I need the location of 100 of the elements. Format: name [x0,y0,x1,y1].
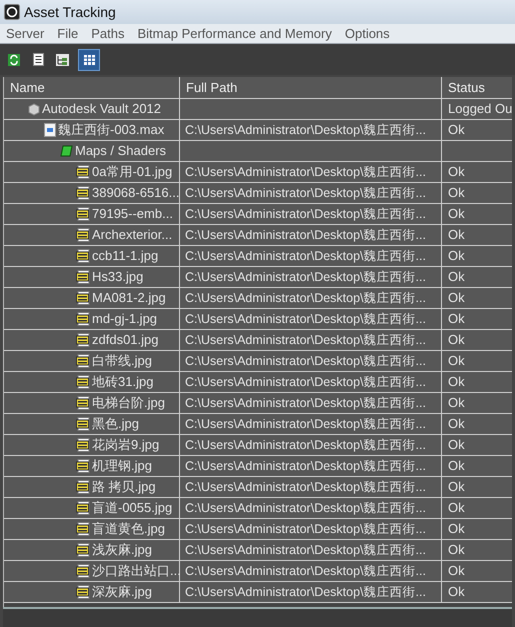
table-icon [82,54,96,66]
table-cell-text: Ok [448,520,465,538]
table-cell-text: Ok [448,583,465,602]
image-file-icon [76,585,90,599]
table-cell-text: C:\Users\Administrator\Desktop\魏庄西街... [185,206,426,223]
table-cell-text: 魏庄西街-003.max [58,121,164,140]
table-cell-text: MA081-2.jpg [92,289,166,308]
table-cell-text: Hs33.jpg [92,268,144,286]
table-cell-text: C:\Users\Administrator\Desktop\魏庄西街... [185,394,426,412]
image-file-icon [76,165,90,179]
image-file-icon [76,396,90,410]
table-cell-text: 机理钢.jpg [92,457,152,476]
table-cell-text: Ok [448,373,465,392]
column-header[interactable]: Full Path [180,77,442,99]
image-file-icon [76,417,90,431]
image-file-icon [76,291,90,305]
table-cell-text: 盲道黄色.jpg [92,520,165,538]
table-cell-text: ccb11-1.jpg [92,247,158,266]
window-title: Asset Tracking [24,2,116,22]
table-cell-text: Autodesk Vault 2012 [42,100,162,118]
table-cell-text: Ok [448,457,465,476]
image-file-icon [76,207,90,221]
table-cell-text: Ok [448,310,465,328]
column-header[interactable]: Status [442,77,512,99]
image-file-icon [76,438,90,452]
table-cell-text: 79195--emb... [92,205,173,224]
table-cell-text: 389068-6516... [92,184,180,202]
table-cell-text: Ok [448,289,465,308]
table-cell-text: C:\Users\Administrator\Desktop\魏庄西街... [185,226,426,244]
table-cell-text: Logged Ou [448,100,512,118]
menu-item[interactable]: Paths [91,24,124,44]
map-icon [60,145,73,157]
table-cell-text: C:\Users\Administrator\Desktop\魏庄西街... [185,290,426,307]
menu-item[interactable]: Bitmap Performance and Memory [138,24,332,44]
table-cell-text: Ok [448,247,465,266]
table-cell-text: Ok [448,541,465,560]
column-header[interactable]: Name [4,77,180,99]
table-cell-text: C:\Users\Administrator\Desktop\魏庄西街... [185,416,426,433]
table-cell-text: C:\Users\Administrator\Desktop\魏庄西街... [185,478,426,496]
table-cell-text: 沙口路出站口... [92,562,181,580]
table-cell-text: Ok [448,268,465,286]
table-cell-text: C:\Users\Administrator\Desktop\魏庄西街... [185,352,426,370]
image-file-icon [76,228,90,242]
app-icon [4,4,20,20]
table-cell-text: Maps / Shaders [75,142,166,160]
table-cell-text: 深灰麻.jpg [92,583,152,602]
menu-item[interactable]: File [57,24,78,44]
table-cell-text: Ok [448,436,465,454]
image-file-icon [76,522,90,536]
table-cell-text: C:\Users\Administrator\Desktop\魏庄西街... [185,184,426,202]
table-cell-text: C:\Users\Administrator\Desktop\魏庄西街... [185,268,426,286]
image-file-icon [76,375,90,389]
table-cell-text: 电梯台阶.jpg [92,394,165,412]
table-cell-text: Ok [448,121,465,140]
cube-icon [28,102,40,116]
table-cell-text: C:\Users\Administrator\Desktop\魏庄西街... [185,436,426,454]
table-cell-text: C:\Users\Administrator\Desktop\魏庄西街... [185,332,426,349]
table-cell-text: 白带线.jpg [92,352,152,370]
document-icon [44,123,56,137]
image-file-icon [76,333,90,347]
table-cell-text: C:\Users\Administrator\Desktop\魏庄西街... [185,584,426,601]
table-cell-text: md-gj-1.jpg [92,310,158,328]
image-file-icon [76,270,90,284]
table-cell-text: Ok [448,499,465,518]
image-file-icon [76,312,90,326]
image-file-icon [76,564,90,578]
table-cell-text: Ok [448,394,465,412]
table-cell-text: C:\Users\Administrator\Desktop\魏庄西街... [185,500,426,517]
table-cell-text: Ok [448,184,465,202]
table-cell-text: C:\Users\Administrator\Desktop\魏庄西街... [185,374,426,391]
toolbar-button[interactable] [78,48,100,70]
refresh-icon [8,54,20,66]
table-cell-text: C:\Users\Administrator\Desktop\魏庄西街... [185,122,426,139]
table-cell-text: 花岗岩9.jpg [92,436,160,454]
menu-item[interactable]: Options [344,24,390,44]
image-file-icon [76,354,90,368]
table-cell-text: 路 拷贝.jpg [92,478,156,496]
table-cell-text: C:\Users\Administrator\Desktop\魏庄西街... [185,248,426,265]
table-cell-text: Ok [448,478,465,496]
image-file-icon [76,480,90,494]
menu-item[interactable]: Server [6,24,44,44]
table-cell-text: Ok [448,415,465,434]
table-cell-text: C:\Users\Administrator\Desktop\魏庄西街... [185,542,426,559]
table-cell-text: C:\Users\Administrator\Desktop\魏庄西街... [185,458,426,475]
table-cell-text: Ok [448,352,465,370]
image-file-icon [76,186,90,200]
table-cell-text: Ok [448,226,465,244]
image-file-icon [76,459,90,473]
table-cell-text: C:\Users\Administrator\Desktop\魏庄西街... [185,520,426,538]
table-cell-text: Archexterior... [92,226,172,244]
table-cell-text: zdfds01.jpg [92,331,158,350]
table-cell-text: C:\Users\Administrator\Desktop\魏庄西街... [185,164,426,181]
tree-view-icon [56,54,68,66]
table-cell-text: Ok [448,331,465,350]
table-cell-text: C:\Users\Administrator\Desktop\魏庄西街... [185,562,426,580]
table-cell-text: 0a常用-01.jpg [92,163,172,182]
image-file-icon [76,249,90,263]
image-file-icon [76,501,90,515]
table-cell-text: 黑色.jpg [92,415,139,434]
table-cell-text: C:\Users\Administrator\Desktop\魏庄西街... [185,310,426,328]
